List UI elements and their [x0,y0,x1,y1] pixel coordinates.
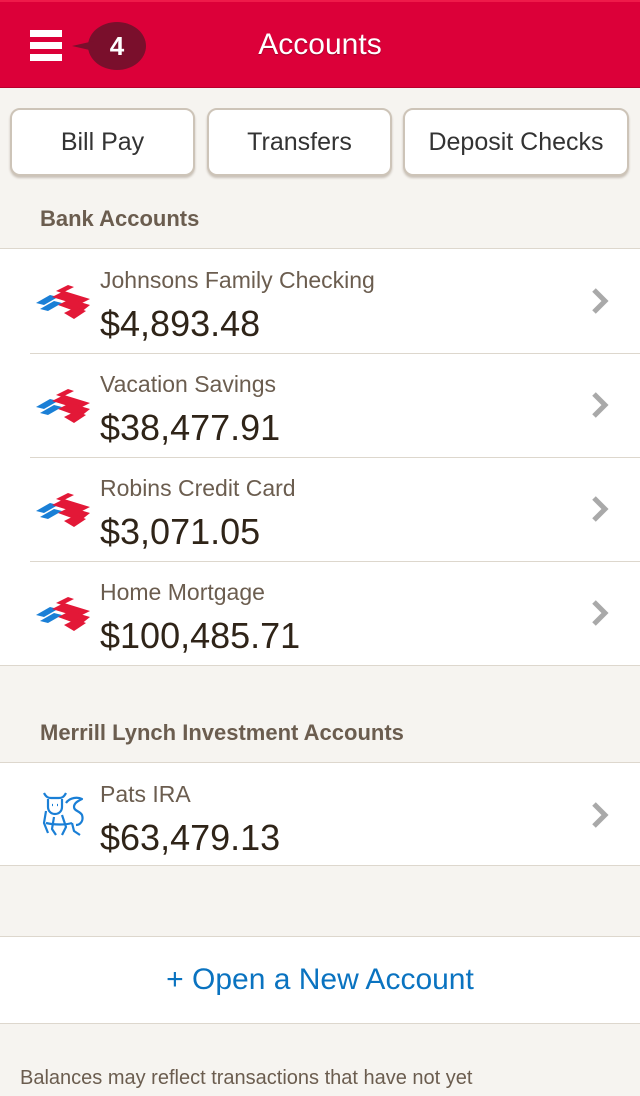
bank-of-america-logo-icon [36,389,90,423]
account-name: Robins Credit Card [100,475,296,501]
deposit-checks-button[interactable]: Deposit Checks [403,108,629,176]
quick-actions: Bill Pay Transfers Deposit Checks [10,108,630,178]
merrill-lynch-bull-icon [42,792,84,836]
account-balance: $100,485.71 [100,615,301,656]
investment-accounts-list: Pats IRA $63,479.13 [0,762,640,866]
account-row-checking[interactable]: Johnsons Family Checking $4,893.48 [0,249,640,353]
account-row-savings[interactable]: Vacation Savings $38,477.91 [0,353,640,457]
account-row-credit-card[interactable]: Robins Credit Card $3,071.05 [0,457,640,561]
account-balance: $63,479.13 [100,817,281,858]
app-header: 4 Accounts [0,0,640,88]
account-name: Home Mortgage [100,579,265,605]
chevron-right-icon [592,802,609,828]
balances-disclaimer: Balances may reflect transactions that h… [20,1067,473,1089]
account-balance: $38,477.91 [100,407,281,448]
account-row-ira[interactable]: Pats IRA $63,479.13 [0,763,640,867]
chevron-right-icon [592,496,609,522]
chevron-right-icon [592,600,609,626]
chevron-right-icon [592,288,609,314]
account-balance: $4,893.48 [100,303,261,344]
bank-of-america-logo-icon [36,285,90,319]
bank-accounts-list: Johnsons Family Checking $4,893.48 Vacat… [0,248,640,666]
account-name: Johnsons Family Checking [100,267,375,293]
open-new-account-button[interactable]: + Open a New Account [0,936,640,1024]
transfers-button[interactable]: Transfers [207,108,392,176]
account-name: Vacation Savings [100,371,277,397]
bill-pay-button[interactable]: Bill Pay [10,108,195,176]
section-title-bank-accounts: Bank Accounts [40,206,200,231]
account-balance: $3,071.05 [100,511,261,552]
bank-of-america-logo-icon [36,597,90,631]
page-title: Accounts [258,28,382,61]
chevron-right-icon [592,392,609,418]
bank-of-america-logo-icon [36,493,90,527]
account-name: Pats IRA [100,781,191,807]
section-title-investment-accounts: Merrill Lynch Investment Accounts [40,720,404,745]
account-row-mortgage[interactable]: Home Mortgage $100,485.71 [0,561,640,665]
